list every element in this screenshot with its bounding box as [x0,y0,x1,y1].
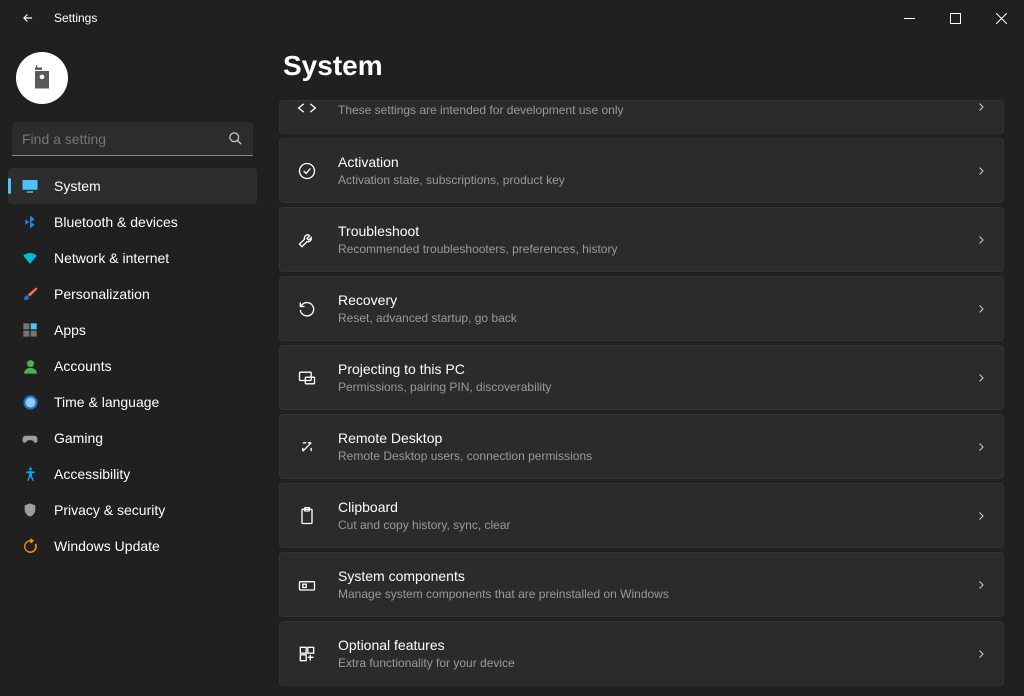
recovery-icon [296,298,318,320]
features-icon [296,643,318,665]
search-icon [228,131,243,146]
nav-item-system[interactable]: System [8,168,257,204]
back-button[interactable] [14,4,42,32]
nav-item-bluetooth[interactable]: Bluetooth & devices [8,204,257,240]
chevron-right-icon [975,510,987,522]
nav-label: System [54,178,101,194]
wifi-icon [20,248,40,268]
nav-item-gaming[interactable]: Gaming [8,420,257,456]
chevron-right-icon [975,303,987,315]
code-icon [296,100,318,119]
nav-label: Time & language [54,394,159,410]
nav-item-apps[interactable]: Apps [8,312,257,348]
nav-item-privacy[interactable]: Privacy & security [8,492,257,528]
card-subtitle: Activation state, subscriptions, product… [338,172,963,188]
nav-item-accounts[interactable]: Accounts [8,348,257,384]
nav-label: Accessibility [54,466,130,482]
clipboard-icon [296,505,318,527]
chevron-right-icon [975,234,987,246]
card-subtitle: Extra functionality for your device [338,655,963,671]
card-title: Clipboard [338,498,963,516]
chevron-right-icon [975,165,987,177]
card-title: Remote Desktop [338,429,963,447]
gamepad-icon [20,428,40,448]
search-box[interactable] [12,122,253,156]
chevron-right-icon [975,101,987,113]
components-icon [296,574,318,596]
card-title: Recovery [338,291,963,309]
projecting-icon [296,367,318,389]
page-title: System [283,50,1008,82]
card-recovery[interactable]: RecoveryReset, advanced startup, go back [279,276,1004,341]
card-subtitle: These settings are intended for developm… [338,102,963,118]
update-icon [20,536,40,556]
nav-item-windows-update[interactable]: Windows Update [8,528,257,564]
nav-label: Apps [54,322,86,338]
chevron-right-icon [975,579,987,591]
nav-label: Accounts [54,358,112,374]
nav-item-time-language[interactable]: Time & language [8,384,257,420]
brush-icon [20,284,40,304]
check-circle-icon [296,160,318,182]
nav-list: System Bluetooth & devices Network & int… [8,168,257,564]
card-clipboard[interactable]: ClipboardCut and copy history, sync, cle… [279,483,1004,548]
card-subtitle: Manage system components that are preins… [338,586,963,602]
avatar[interactable] [16,52,68,104]
titlebar: Settings [0,0,1024,36]
minimize-button[interactable] [886,2,932,34]
main-content: System These settings are intended for d… [265,36,1024,696]
chevron-right-icon [975,648,987,660]
card-optional-features[interactable]: Optional featuresExtra functionality for… [279,621,1004,686]
person-icon [20,356,40,376]
card-system-components[interactable]: System componentsManage system component… [279,552,1004,617]
maximize-button[interactable] [932,2,978,34]
card-subtitle: Reset, advanced startup, go back [338,310,963,326]
card-subtitle: Permissions, pairing PIN, discoverabilit… [338,379,963,395]
close-button[interactable] [978,2,1024,34]
wrench-icon [296,229,318,251]
settings-list: These settings are intended for developm… [279,100,1008,686]
card-remote-desktop[interactable]: Remote DesktopRemote Desktop users, conn… [279,414,1004,479]
card-subtitle: Cut and copy history, sync, clear [338,517,963,533]
accessibility-icon [20,464,40,484]
chevron-right-icon [975,372,987,384]
chevron-right-icon [975,441,987,453]
nav-label: Bluetooth & devices [54,214,178,230]
card-title: System components [338,567,963,585]
nav-label: Gaming [54,430,103,446]
globe-clock-icon [20,392,40,412]
bluetooth-icon [20,212,40,232]
card-activation[interactable]: ActivationActivation state, subscription… [279,138,1004,203]
card-title: Troubleshoot [338,222,963,240]
display-icon [20,176,40,196]
nav-label: Windows Update [54,538,160,554]
search-input[interactable] [22,131,228,147]
sidebar: System Bluetooth & devices Network & int… [0,36,265,696]
nav-item-personalization[interactable]: Personalization [8,276,257,312]
shield-icon [20,500,40,520]
card-title: Activation [338,153,963,171]
card-subtitle: Recommended troubleshooters, preferences… [338,241,963,257]
nav-label: Personalization [54,286,150,302]
window-title: Settings [54,11,97,25]
card-subtitle: Remote Desktop users, connection permiss… [338,448,963,464]
nav-item-network[interactable]: Network & internet [8,240,257,276]
card-developer[interactable]: These settings are intended for developm… [279,100,1004,134]
card-troubleshoot[interactable]: TroubleshootRecommended troubleshooters,… [279,207,1004,272]
nav-item-accessibility[interactable]: Accessibility [8,456,257,492]
card-projecting[interactable]: Projecting to this PCPermissions, pairin… [279,345,1004,410]
remote-desktop-icon [296,436,318,458]
nav-label: Network & internet [54,250,169,266]
nav-label: Privacy & security [54,502,165,518]
apps-icon [20,320,40,340]
card-title: Optional features [338,636,963,654]
card-title: Projecting to this PC [338,360,963,378]
